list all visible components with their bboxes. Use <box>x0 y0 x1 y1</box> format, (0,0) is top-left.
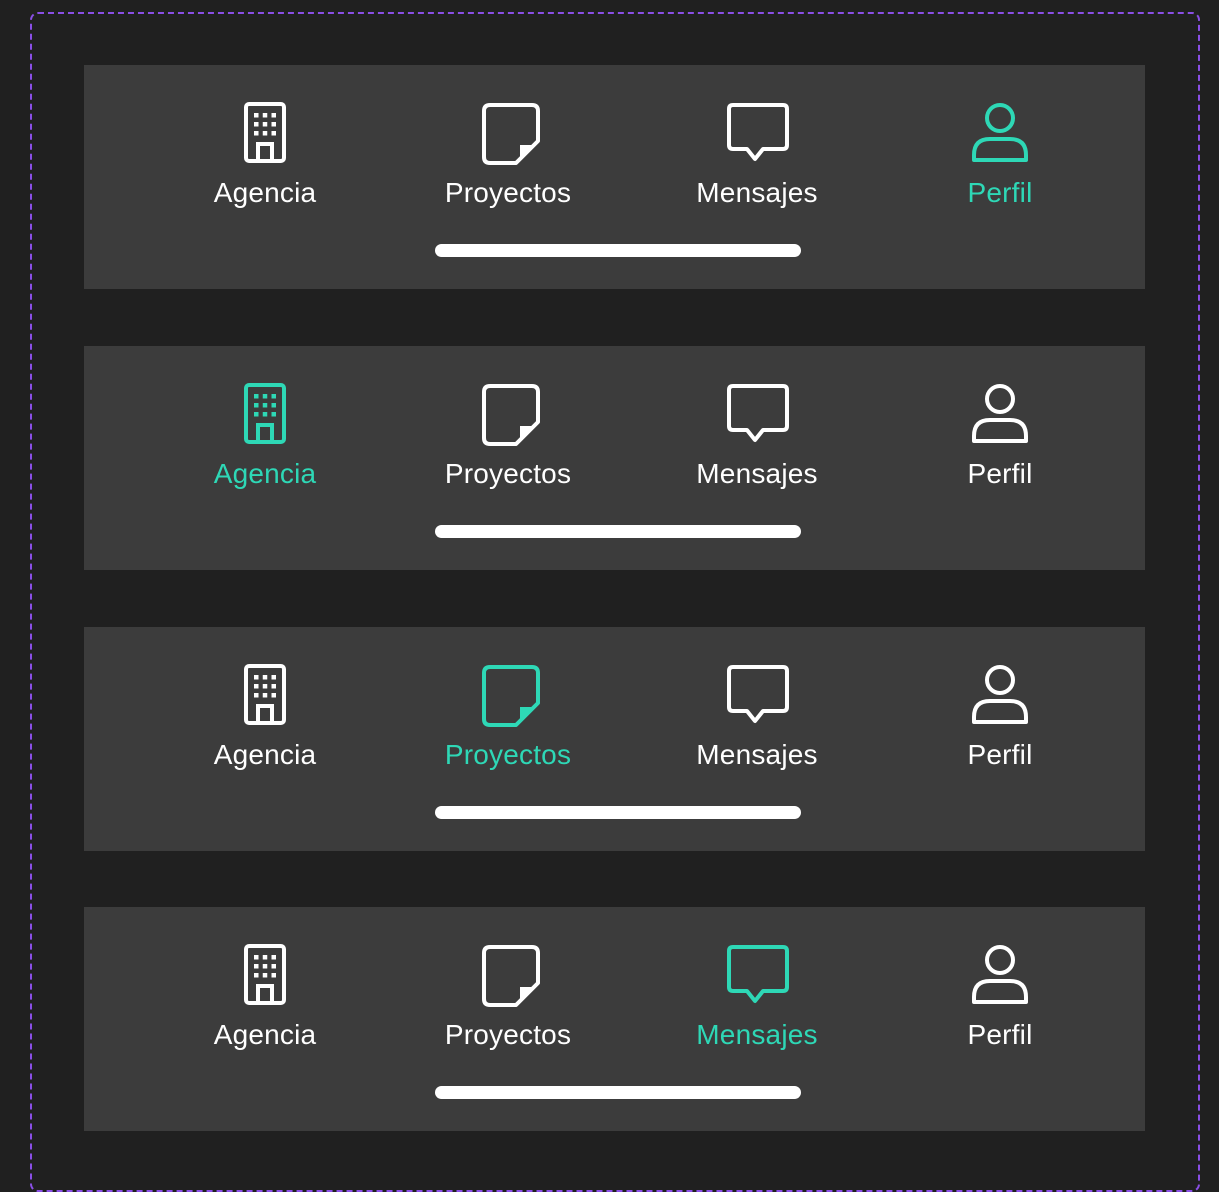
tab-label-mensajes: Mensajes <box>696 739 818 770</box>
note-icon <box>482 384 540 446</box>
tab-perfil[interactable]: Perfil <box>910 346 1090 496</box>
tab-perfil[interactable]: Perfil <box>910 907 1090 1057</box>
tab-proyectos[interactable]: Proyectos <box>418 65 598 215</box>
chat-bubble-icon <box>727 384 789 442</box>
building-icon <box>244 383 286 444</box>
tab-bar-mensajes-selected: Agencia Proyectos Mensajes Perfil <box>84 907 1145 1131</box>
home-indicator <box>435 806 801 819</box>
tab-bar-agencia-selected: Agencia Proyectos Mensajes Perfil <box>84 346 1145 570</box>
tab-label-agencia: Agencia <box>213 458 317 489</box>
note-icon <box>482 103 540 165</box>
building-icon <box>244 102 286 163</box>
tab-label-perfil: Perfil <box>967 177 1033 208</box>
building-icon <box>244 664 286 725</box>
tab-label-mensajes: Mensajes <box>696 458 818 489</box>
tab-label-perfil: Perfil <box>967 739 1033 770</box>
building-icon <box>244 944 286 1005</box>
person-icon <box>972 665 1028 724</box>
tab-label-proyectos: Proyectos <box>444 177 572 208</box>
tab-agencia[interactable]: Agencia <box>175 907 355 1057</box>
tab-mensajes[interactable]: Mensajes <box>667 65 847 215</box>
tab-label-perfil: Perfil <box>967 458 1033 489</box>
tab-agencia[interactable]: Agencia <box>175 346 355 496</box>
home-indicator <box>435 1086 801 1099</box>
person-icon <box>972 103 1028 162</box>
tab-perfil[interactable]: Perfil <box>910 627 1090 777</box>
tab-mensajes[interactable]: Mensajes <box>667 627 847 777</box>
tab-label-proyectos: Proyectos <box>444 458 572 489</box>
tab-bar-proyectos-selected: Agencia Proyectos Mensajes Perfil <box>84 627 1145 851</box>
tab-agencia[interactable]: Agencia <box>175 65 355 215</box>
person-icon <box>972 945 1028 1004</box>
tab-label-agencia: Agencia <box>213 1019 317 1050</box>
tab-proyectos[interactable]: Proyectos <box>418 627 598 777</box>
chat-bubble-icon <box>727 945 789 1003</box>
tab-label-perfil: Perfil <box>967 1019 1033 1050</box>
chat-bubble-icon <box>727 103 789 161</box>
tab-bar-perfil-selected: Agencia Proyectos Mensajes Perfil <box>84 65 1145 289</box>
tab-label-mensajes: Mensajes <box>696 177 818 208</box>
home-indicator <box>435 244 801 257</box>
home-indicator <box>435 525 801 538</box>
tab-agencia[interactable]: Agencia <box>175 627 355 777</box>
person-icon <box>972 384 1028 443</box>
tab-label-proyectos: Proyectos <box>444 1019 572 1050</box>
tab-label-mensajes: Mensajes <box>696 1019 818 1050</box>
tab-proyectos[interactable]: Proyectos <box>418 907 598 1057</box>
note-icon <box>482 945 540 1007</box>
tab-mensajes[interactable]: Mensajes <box>667 907 847 1057</box>
tab-mensajes[interactable]: Mensajes <box>667 346 847 496</box>
note-icon <box>482 665 540 727</box>
tab-proyectos[interactable]: Proyectos <box>418 346 598 496</box>
tab-label-agencia: Agencia <box>213 739 317 770</box>
tab-label-proyectos: Proyectos <box>444 739 572 770</box>
tab-label-agencia: Agencia <box>213 177 317 208</box>
tab-perfil[interactable]: Perfil <box>910 65 1090 215</box>
chat-bubble-icon <box>727 665 789 723</box>
